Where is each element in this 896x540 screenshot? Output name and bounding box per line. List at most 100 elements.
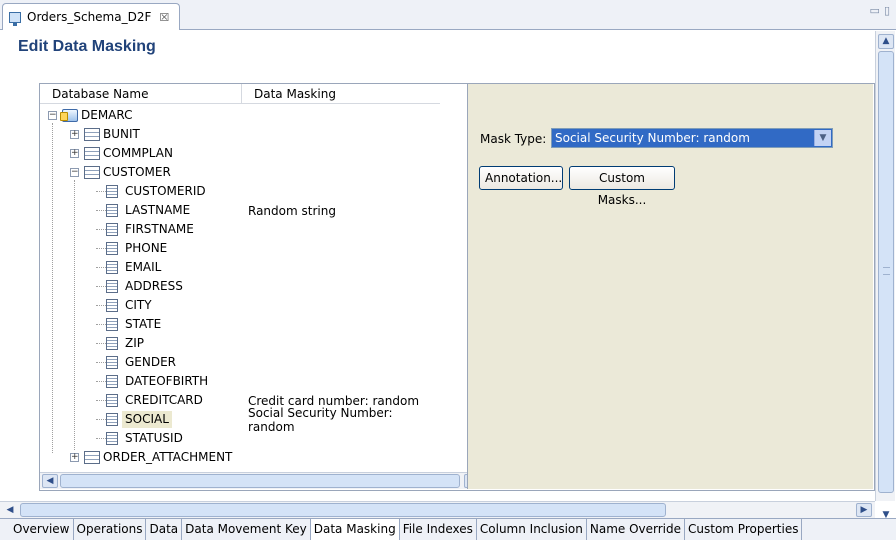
column-icon — [106, 375, 118, 388]
table-icon — [84, 451, 100, 464]
tree-horizontal-scrollbar[interactable]: ◀ ▶ — [40, 472, 482, 489]
tree-row[interactable]: − DEMARC — [40, 106, 440, 125]
tab-data-movement-key[interactable]: Data Movement Key — [182, 519, 311, 540]
tree-item-label[interactable]: FIRSTNAME — [122, 221, 197, 238]
tree-item-mask: Random string — [248, 203, 336, 218]
column-icon — [106, 394, 118, 407]
tree-row[interactable]: STATUSID — [40, 429, 440, 448]
maximize-icon[interactable]: ▯ — [884, 4, 890, 17]
tree-row[interactable]: + COMMPLAN — [40, 144, 440, 163]
table-icon — [84, 128, 100, 141]
tree-row[interactable]: ADDRESS — [40, 277, 440, 296]
tree-row[interactable]: + BUNIT — [40, 125, 440, 144]
column-icon — [106, 337, 118, 350]
editor-tab[interactable]: Orders_Schema_D2F ☒ — [2, 3, 180, 30]
custom-masks-button[interactable]: Custom Masks... — [569, 166, 675, 207]
expand-icon[interactable]: + — [70, 149, 79, 158]
tree-row[interactable]: ZIP — [40, 334, 440, 353]
tree-item-label[interactable]: STATUSID — [122, 430, 186, 447]
tree-connector — [96, 362, 106, 363]
tree-connector — [96, 343, 106, 344]
tree-row[interactable]: STATE — [40, 315, 440, 334]
column-icon — [106, 356, 118, 369]
column-icon — [106, 242, 118, 255]
chevron-down-icon[interactable]: ▼ — [814, 130, 831, 146]
annotation-button[interactable]: Annotation... — [479, 166, 563, 190]
column-icon — [106, 185, 118, 198]
tree-connector — [96, 419, 106, 420]
column-icon — [106, 223, 118, 236]
tree-row[interactable]: + ORDER_ATTACHMENT — [40, 448, 440, 467]
tree-row[interactable]: GENDER — [40, 353, 440, 372]
mask-type-value: Social Security Number: random — [555, 131, 750, 145]
tab-column-inclusion[interactable]: Column Inclusion — [476, 519, 587, 540]
tree-item-label[interactable]: ADDRESS — [122, 278, 186, 295]
tree-item-label[interactable]: DEMARC — [78, 107, 136, 124]
scroll-up-icon[interactable]: ▲ — [878, 34, 894, 49]
tree-item-label[interactable]: DATEOFBIRTH — [122, 373, 211, 390]
tree-row[interactable]: CITY — [40, 296, 440, 315]
tree-item-label[interactable]: CREDITCARD — [122, 392, 206, 409]
tree-header: Database Name Data Masking — [40, 84, 440, 104]
tree-item-label[interactable]: CITY — [122, 297, 155, 314]
close-icon[interactable]: ☒ — [159, 11, 169, 24]
tab-file-indexes[interactable]: File Indexes — [399, 519, 477, 540]
column-icon — [106, 204, 118, 217]
database-tree: Database Name Data Masking − DEMARC + BUNIT… — [40, 84, 502, 489]
tree-item-label[interactable]: STATE — [122, 316, 164, 333]
page-horizontal-scrollbar[interactable]: ◀ ▶ — [0, 501, 875, 518]
tree-item-label[interactable]: PHONE — [122, 240, 170, 257]
window-controls: ▭ ▯ — [870, 4, 890, 17]
mask-type-select[interactable]: Social Security Number: random ▼ — [551, 128, 833, 148]
expand-icon[interactable]: + — [70, 453, 79, 462]
scroll-right-icon[interactable]: ▶ — [856, 503, 872, 517]
tab-operations[interactable]: Operations — [73, 519, 147, 540]
page-title: Edit Data Masking — [18, 38, 156, 55]
collapse-icon[interactable]: − — [48, 111, 57, 120]
tab-overview[interactable]: Overview — [10, 519, 74, 540]
tree-item-label[interactable]: SOCIAL — [122, 411, 172, 428]
tab-custom-properties[interactable]: Custom Properties — [685, 519, 803, 540]
tree-item-label[interactable]: ZIP — [122, 335, 147, 352]
expand-icon[interactable]: + — [70, 130, 79, 139]
minimize-icon[interactable]: ▭ — [870, 4, 880, 17]
tree-row[interactable]: PHONE — [40, 239, 440, 258]
tab-data[interactable]: Data — [146, 519, 183, 540]
table-icon — [84, 166, 100, 179]
tree-item-label[interactable]: ORDER_ATTACHMENT — [100, 449, 235, 466]
tree-item-label[interactable]: BUNIT — [100, 126, 143, 143]
tree-item-label[interactable]: GENDER — [122, 354, 179, 371]
tree-item-label[interactable]: COMMPLAN — [100, 145, 176, 162]
tree-item-label[interactable]: LASTNAME — [122, 202, 193, 219]
tab-name-override[interactable]: Name Override — [586, 519, 686, 540]
mask-type-label: Mask Type: — [480, 132, 547, 146]
tab-data-masking[interactable]: Data Masking — [310, 519, 400, 540]
tree-row[interactable]: CUSTOMERID — [40, 182, 440, 201]
tree-row[interactable]: FIRSTNAME — [40, 220, 440, 239]
tree-connector — [96, 191, 106, 192]
scroll-left-icon[interactable]: ◀ — [2, 503, 18, 517]
tree-hscroll-thumb[interactable] — [60, 474, 460, 488]
tree-connector — [96, 210, 106, 211]
tree-guide — [52, 123, 53, 453]
collapse-icon[interactable]: − — [70, 168, 79, 177]
tree-row[interactable]: EMAIL — [40, 258, 440, 277]
column-header-data-masking[interactable]: Data Masking — [242, 84, 440, 104]
tree-row[interactable]: DATEOFBIRTH — [40, 372, 440, 391]
tree-connector — [96, 248, 106, 249]
tree-row[interactable]: SOCIAL Social Security Number: random — [40, 406, 440, 434]
page-vertical-scrollbar[interactable]: ▲ ▼ — [875, 31, 895, 520]
tree-row[interactable]: − CUSTOMER — [40, 163, 440, 182]
tree-item-label[interactable]: CUSTOMERID — [122, 183, 209, 200]
column-header-database-name[interactable]: Database Name — [40, 84, 242, 104]
column-icon — [106, 280, 118, 293]
tree-row[interactable]: LASTNAME Random string — [40, 201, 440, 220]
tree-connector — [96, 381, 106, 382]
tree-item-label[interactable]: CUSTOMER — [100, 164, 174, 181]
editor-tab-strip: Orders_Schema_D2F ☒ ▭ ▯ — [0, 0, 896, 30]
database-icon — [60, 109, 78, 122]
tree-item-label[interactable]: EMAIL — [122, 259, 164, 276]
tree-scroll-left-icon[interactable]: ◀ — [42, 474, 58, 488]
hscroll-thumb[interactable] — [20, 503, 666, 517]
scroll-thumb[interactable] — [878, 51, 894, 493]
